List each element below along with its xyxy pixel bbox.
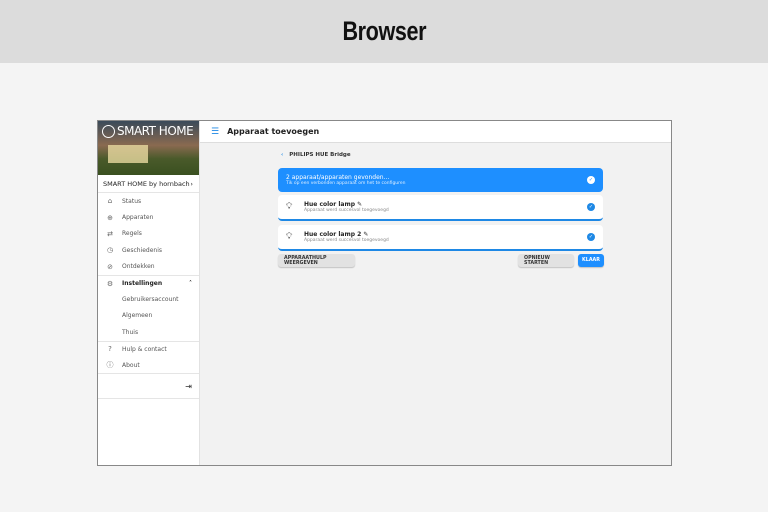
menu-icon[interactable]: ☰ <box>211 127 219 137</box>
sidebar-item-geschiedenis[interactable]: ◷ Geschiedenis <box>98 242 199 258</box>
edit-pencil-icon[interactable]: ✎ <box>357 201 362 208</box>
logout-icon: ⇥ <box>185 381 192 391</box>
smart-home-logo: SMART HOME <box>102 124 194 138</box>
compass-icon: ⊘ <box>107 262 113 271</box>
chevron-right-icon: › <box>190 179 193 188</box>
sidebar-item-algemeen[interactable]: Algemeen <box>98 308 199 324</box>
help-icon: ? <box>108 345 112 354</box>
device-item[interactable]: 💡︎ Hue color lamp 2 ✎ Apparaat werd succe… <box>278 225 603 251</box>
app-window: SMART HOME SMART HOME by hornbach › ⌂ Stat… <box>97 120 672 466</box>
done-button[interactable]: KLAAR <box>578 254 604 267</box>
repeat-icon: ⇄ <box>107 229 113 238</box>
devices-found-banner[interactable]: 2 apparaat/apparaten gevonden... Tik op e… <box>278 168 603 192</box>
page-banner: Browser <box>0 0 768 63</box>
sidebar-item-apparaten[interactable]: ⊕ Apparaten <box>98 209 199 225</box>
sidebar-item-gebruikersaccount[interactable]: Gebruikersaccount <box>98 291 199 307</box>
sidebar-item-help[interactable]: ? Hulp & contact <box>98 340 199 357</box>
edit-pencil-icon[interactable]: ✎ <box>363 231 368 238</box>
device-help-button[interactable]: APPARAATHULP WEERGEVEN <box>278 254 355 267</box>
sidebar-item-about[interactable]: ⓘ About <box>98 357 199 373</box>
check-circle-icon: ✓ <box>587 203 595 211</box>
sidebar: SMART HOME SMART HOME by hornbach › ⌂ Stat… <box>98 121 200 465</box>
chevron-up-icon: ˄ <box>189 280 192 288</box>
sidebar-item-regels[interactable]: ⇄ Regels <box>98 226 199 242</box>
sidebar-hero-image: SMART HOME <box>98 121 199 175</box>
devices-icon: ⊕ <box>107 213 113 222</box>
home-icon: ⌂ <box>107 197 113 206</box>
lightbulb-icon: 💡︎ <box>286 202 293 212</box>
logout-button[interactable]: ⇥ <box>98 373 199 400</box>
power-icon <box>102 124 115 138</box>
sidebar-item-instellingen[interactable]: ⚙ Instellingen ˄ <box>98 274 199 291</box>
lightbulb-icon: 💡︎ <box>286 232 293 242</box>
gear-icon: ⚙ <box>106 279 114 288</box>
page-title: Browser <box>342 16 426 46</box>
breadcrumb[interactable]: ‹ PHILIPS HUE Bridge <box>281 152 351 158</box>
sidebar-item-ontdekken[interactable]: ⊘ Ontdekken <box>98 259 199 275</box>
sidebar-item-thuis[interactable]: Thuis <box>98 324 199 340</box>
sidebar-item-status[interactable]: ⌂ Status <box>98 193 199 209</box>
app-header: ☰ Apparaat toevoegen <box>200 121 671 143</box>
info-icon: ⓘ <box>106 361 114 370</box>
history-icon: ◷ <box>106 246 114 255</box>
account-selector[interactable]: SMART HOME by hornbach › <box>98 175 199 193</box>
device-item[interactable]: 💡︎ Hue color lamp ✎ Apparaat werd succesv… <box>278 195 603 221</box>
check-circle-icon: ✓ <box>587 176 595 184</box>
check-circle-icon: ✓ <box>587 233 595 241</box>
restart-button[interactable]: OPNIEUW STARTEN <box>518 254 574 267</box>
back-chevron-icon[interactable]: ‹ <box>281 152 283 158</box>
